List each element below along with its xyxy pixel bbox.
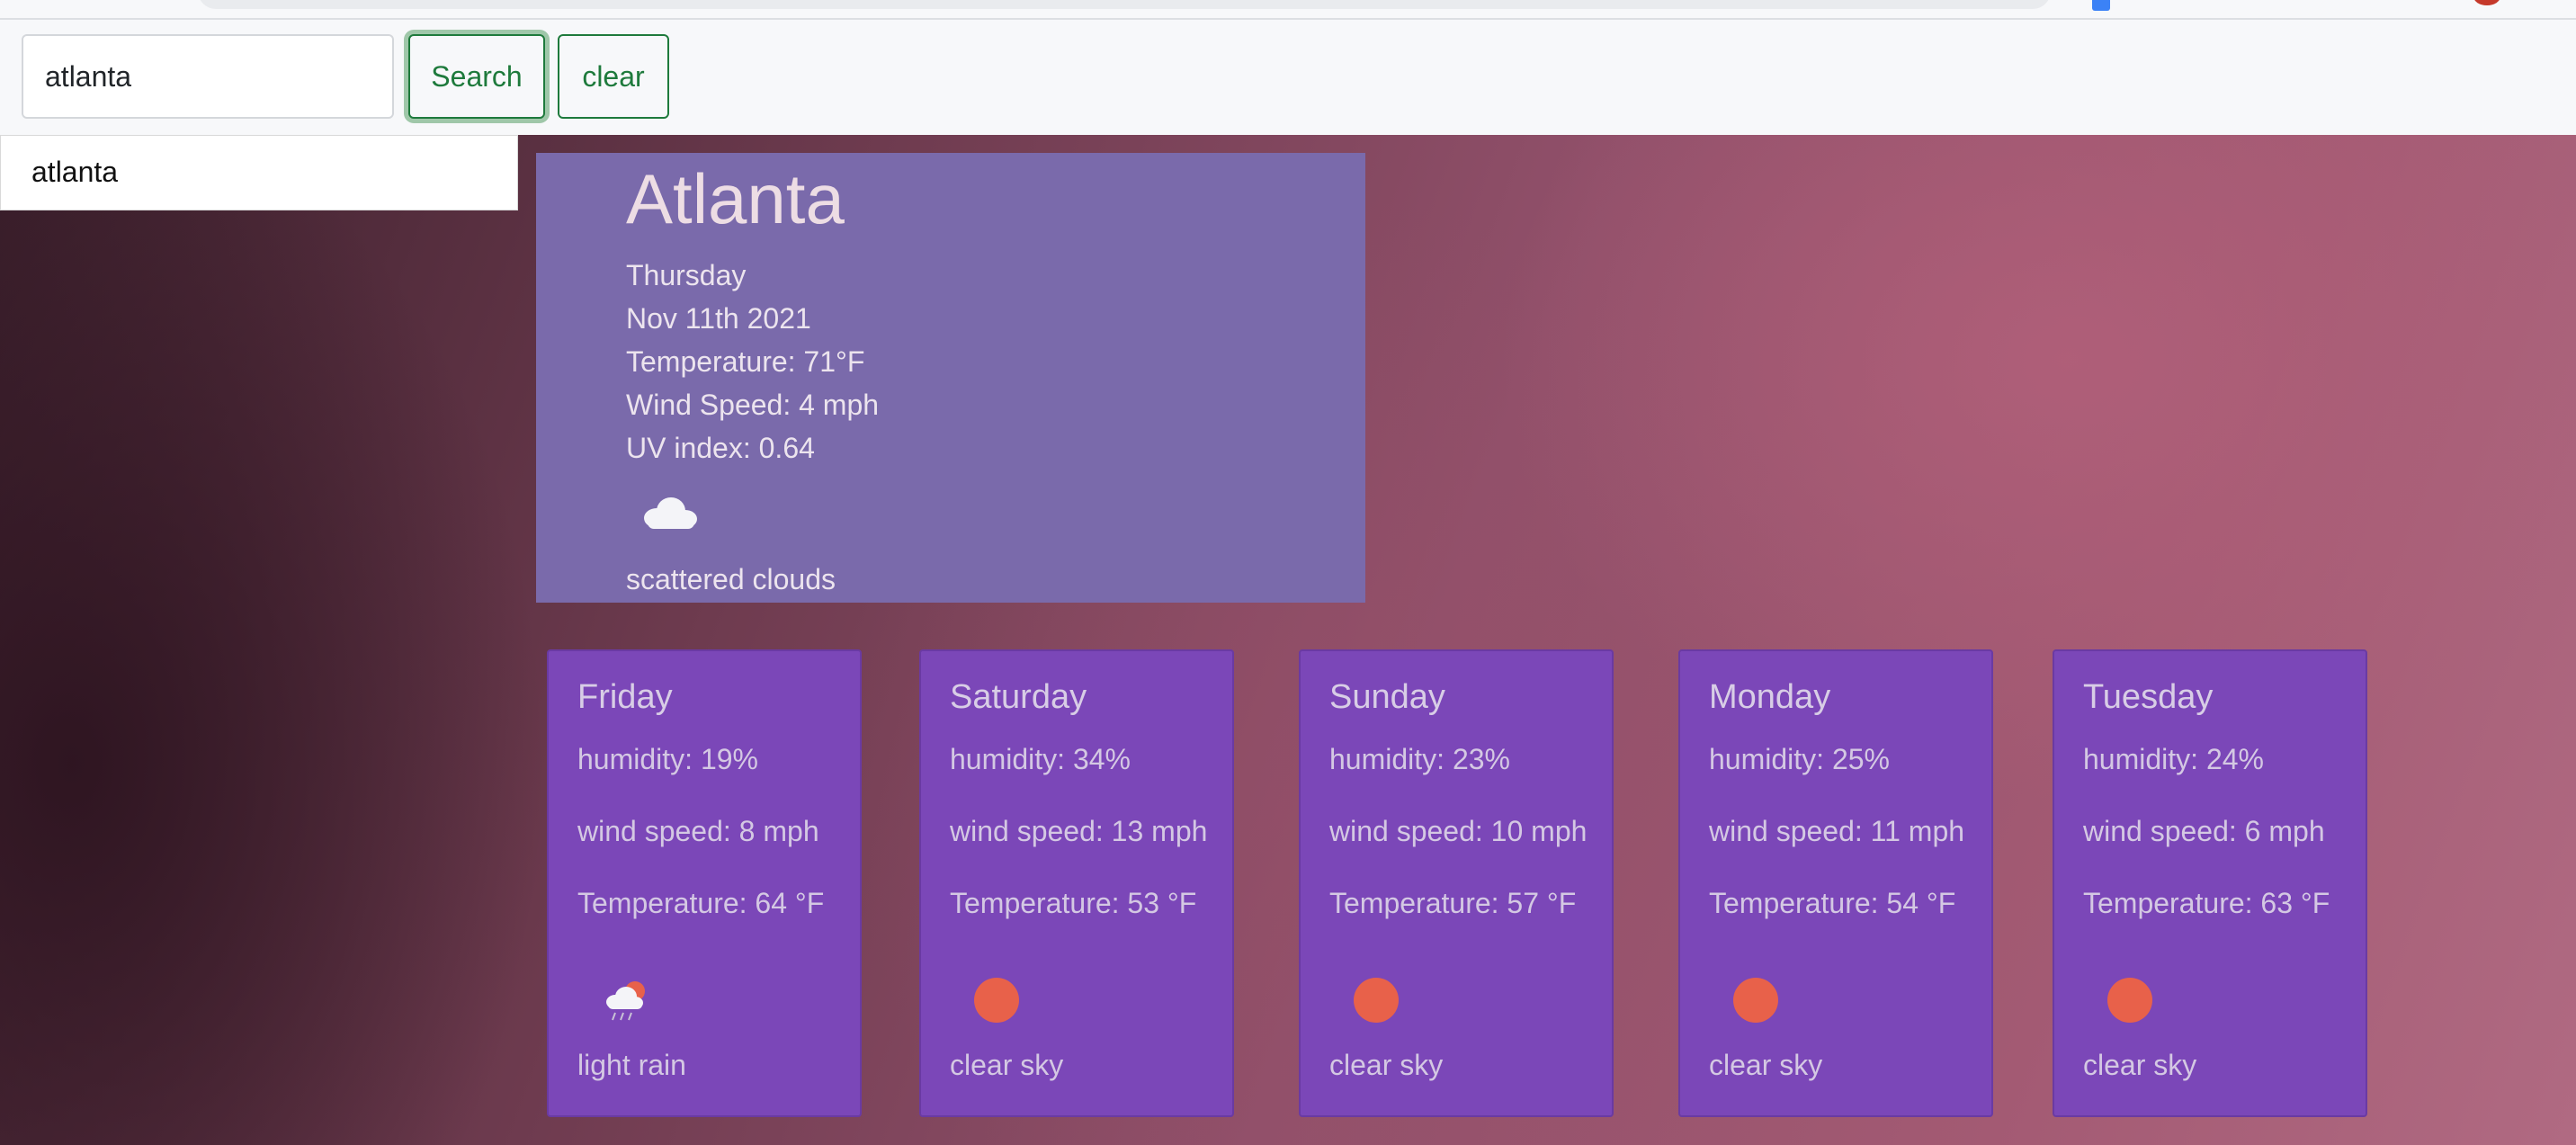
forecast-day: Sunday <box>1329 678 1445 716</box>
forecast-description: clear sky <box>1709 1049 1823 1081</box>
clear-sky-icon <box>1354 978 1399 1023</box>
forecast-wind-speed: wind speed: 6 mph <box>2083 815 2325 847</box>
current-description: scattered clouds <box>626 563 836 595</box>
forecast-day: Friday <box>577 678 673 716</box>
forecast-card-monday: Monday humidity: 25% wind speed: 11 mph … <box>1678 649 1993 1117</box>
forecast-description: clear sky <box>2083 1049 2197 1081</box>
extension-icon[interactable] <box>2092 0 2110 11</box>
forecast-description: light rain <box>577 1049 686 1081</box>
forecast-humidity: humidity: 25% <box>1709 743 1890 775</box>
forecast-day: Saturday <box>950 678 1087 716</box>
forecast-day: Tuesday <box>2083 678 2214 716</box>
forecast-temperature: Temperature: 63 °F <box>2083 887 2330 919</box>
forecast-humidity: humidity: 19% <box>577 743 758 775</box>
scattered-clouds-icon <box>644 497 697 529</box>
forecast-wind-speed: wind speed: 13 mph <box>950 815 1208 847</box>
current-day: Thursday <box>626 259 747 291</box>
forecast-temperature: Temperature: 57 °F <box>1329 887 1577 919</box>
current-uv-index: UV index: 0.64 <box>626 432 815 464</box>
search-button[interactable]: Search <box>408 34 545 119</box>
forecast-temperature: Temperature: 54 °F <box>1709 887 1956 919</box>
browser-chrome-strip <box>0 0 2576 20</box>
forecast-humidity: humidity: 24% <box>2083 743 2264 775</box>
clear-button[interactable]: clear <box>558 34 669 119</box>
forecast-wind-speed: wind speed: 10 mph <box>1329 815 1588 847</box>
forecast-card-sunday: Sunday humidity: 23% wind speed: 10 mph … <box>1299 649 1614 1117</box>
forecast-card-saturday: Saturday humidity: 34% wind speed: 13 mp… <box>919 649 1234 1117</box>
clear-sky-icon <box>974 978 1019 1023</box>
forecast-temperature: Temperature: 53 °F <box>950 887 1197 919</box>
forecast-card-friday: Friday humidity: 19% wind speed: 8 mph T… <box>547 649 862 1117</box>
light-rain-icon <box>606 981 645 1021</box>
clear-sky-icon <box>2107 978 2152 1023</box>
profile-avatar-icon[interactable] <box>2473 0 2500 5</box>
suggestion-item[interactable]: atlanta <box>31 156 118 189</box>
clear-sky-icon <box>1733 978 1778 1023</box>
search-bar: Search clear <box>0 20 2576 135</box>
current-wind-speed: Wind Speed: 4 mph <box>626 389 880 421</box>
forecast-card-tuesday: Tuesday humidity: 24% wind speed: 6 mph … <box>2053 649 2367 1117</box>
forecast-description: clear sky <box>950 1049 1064 1081</box>
forecast-wind-speed: wind speed: 11 mph <box>1709 815 1965 847</box>
forecast-description: clear sky <box>1329 1049 1444 1081</box>
search-input[interactable] <box>22 34 394 119</box>
forecast-temperature: Temperature: 64 °F <box>577 887 825 919</box>
forecast-day: Monday <box>1709 678 1831 716</box>
forecast-wind-speed: wind speed: 8 mph <box>577 815 819 847</box>
autocomplete-suggestions: atlanta <box>0 135 518 210</box>
forecast-humidity: humidity: 34% <box>950 743 1131 775</box>
current-temperature: Temperature: 71°F <box>626 345 865 378</box>
current-date: Nov 11th 2021 <box>626 302 811 335</box>
city-name: Atlanta <box>626 159 845 238</box>
browser-address-bar[interactable] <box>198 0 2051 9</box>
current-weather-card: Atlanta Thursday Nov 11th 2021 Temperatu… <box>536 153 1365 603</box>
forecast-humidity: humidity: 23% <box>1329 743 1510 775</box>
